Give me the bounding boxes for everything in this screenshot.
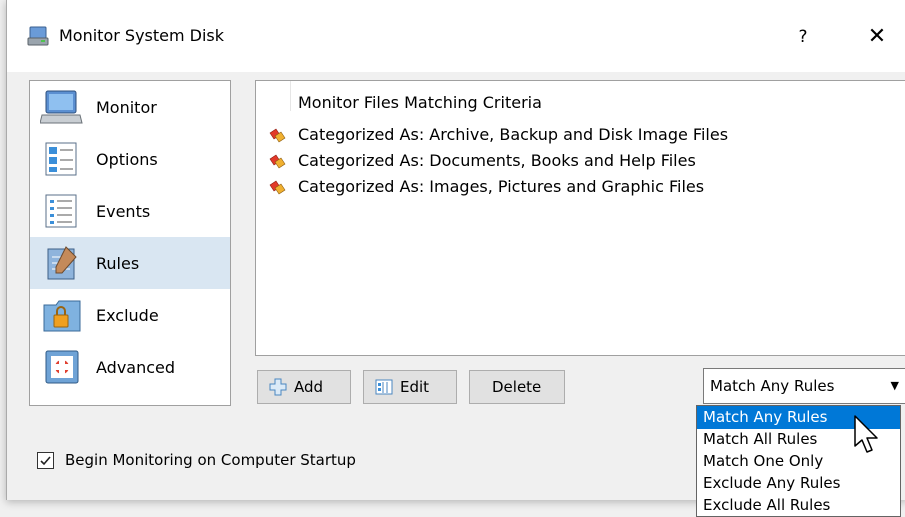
exclude-folder-icon (43, 300, 81, 332)
rule-bullet-icon (269, 128, 286, 143)
rule-item[interactable]: Categorized As: Documents, Books and Hel… (256, 149, 905, 175)
match-mode-select[interactable]: Match Any Rules ▼ (703, 368, 905, 404)
help-button[interactable]: ? (783, 20, 823, 54)
nav-item-advanced[interactable]: Advanced (30, 341, 230, 393)
add-button-label: Add (294, 378, 324, 396)
nav-item-events[interactable]: Events (30, 185, 230, 237)
rule-item[interactable]: Categorized As: Archive, Backup and Disk… (256, 123, 905, 149)
category-nav: Monitor Options Events Rules Exclude Adv… (29, 80, 231, 406)
dropdown-option-label: Match All Rules (703, 430, 818, 448)
list-header-separator (290, 81, 291, 111)
nav-item-exclude[interactable]: Exclude (30, 289, 230, 341)
nav-label-advanced: Advanced (96, 358, 176, 377)
match-mode-value: Match Any Rules (710, 377, 835, 395)
nav-label-monitor: Monitor (96, 98, 157, 117)
nav-item-monitor[interactable]: Monitor (30, 81, 230, 133)
dropdown-option-label: Exclude Any Rules (703, 474, 841, 492)
dropdown-option-label: Exclude All Rules (703, 496, 831, 514)
startup-checkbox[interactable] (37, 452, 54, 469)
add-icon (269, 378, 287, 396)
window-title: Monitor System Disk (59, 26, 225, 45)
mouse-cursor-icon (854, 415, 878, 453)
rules-icon (47, 246, 77, 280)
add-button[interactable]: Add (257, 370, 351, 404)
nav-item-options[interactable]: Options (30, 133, 230, 185)
edit-icon (375, 379, 393, 395)
rule-item-text: Categorized As: Documents, Books and Hel… (298, 151, 696, 170)
rule-bullet-icon (269, 154, 286, 169)
close-button[interactable]: ✕ (855, 20, 899, 54)
dropdown-option[interactable]: Exclude Any Rules (697, 472, 900, 495)
edit-button[interactable]: Edit (363, 370, 457, 404)
title-bar: Monitor System Disk ? ✕ (7, 0, 905, 72)
rule-item-text: Categorized As: Images, Pictures and Gra… (298, 177, 705, 196)
disk-drive-icon (27, 26, 49, 46)
checkmark-icon (40, 456, 51, 466)
rule-item-text: Categorized As: Archive, Backup and Disk… (298, 125, 729, 144)
chevron-down-icon: ▼ (890, 379, 899, 392)
rules-list[interactable]: Monitor Files Matching Criteria Categori… (255, 80, 905, 356)
rule-bullet-icon (269, 180, 286, 195)
advanced-icon (45, 350, 79, 384)
edit-button-label: Edit (400, 378, 430, 396)
monitor-icon (40, 90, 83, 124)
startup-checkbox-label: Begin Monitoring on Computer Startup (65, 451, 356, 469)
nav-label-rules: Rules (96, 254, 140, 273)
delete-button-label: Delete (492, 378, 542, 396)
options-icon (45, 142, 77, 176)
nav-label-options: Options (96, 150, 158, 169)
events-icon (45, 194, 77, 228)
nav-item-rules[interactable]: Rules (30, 237, 230, 289)
rule-item[interactable]: Categorized As: Images, Pictures and Gra… (256, 175, 905, 201)
dropdown-option[interactable]: Exclude All Rules (697, 494, 900, 516)
dropdown-option-label: Match Any Rules (703, 408, 828, 426)
rules-list-header: Monitor Files Matching Criteria (298, 93, 542, 112)
delete-button[interactable]: Delete (469, 370, 565, 404)
dropdown-option-label: Match One Only (703, 452, 824, 470)
nav-label-exclude: Exclude (96, 306, 159, 325)
nav-label-events: Events (96, 202, 151, 221)
